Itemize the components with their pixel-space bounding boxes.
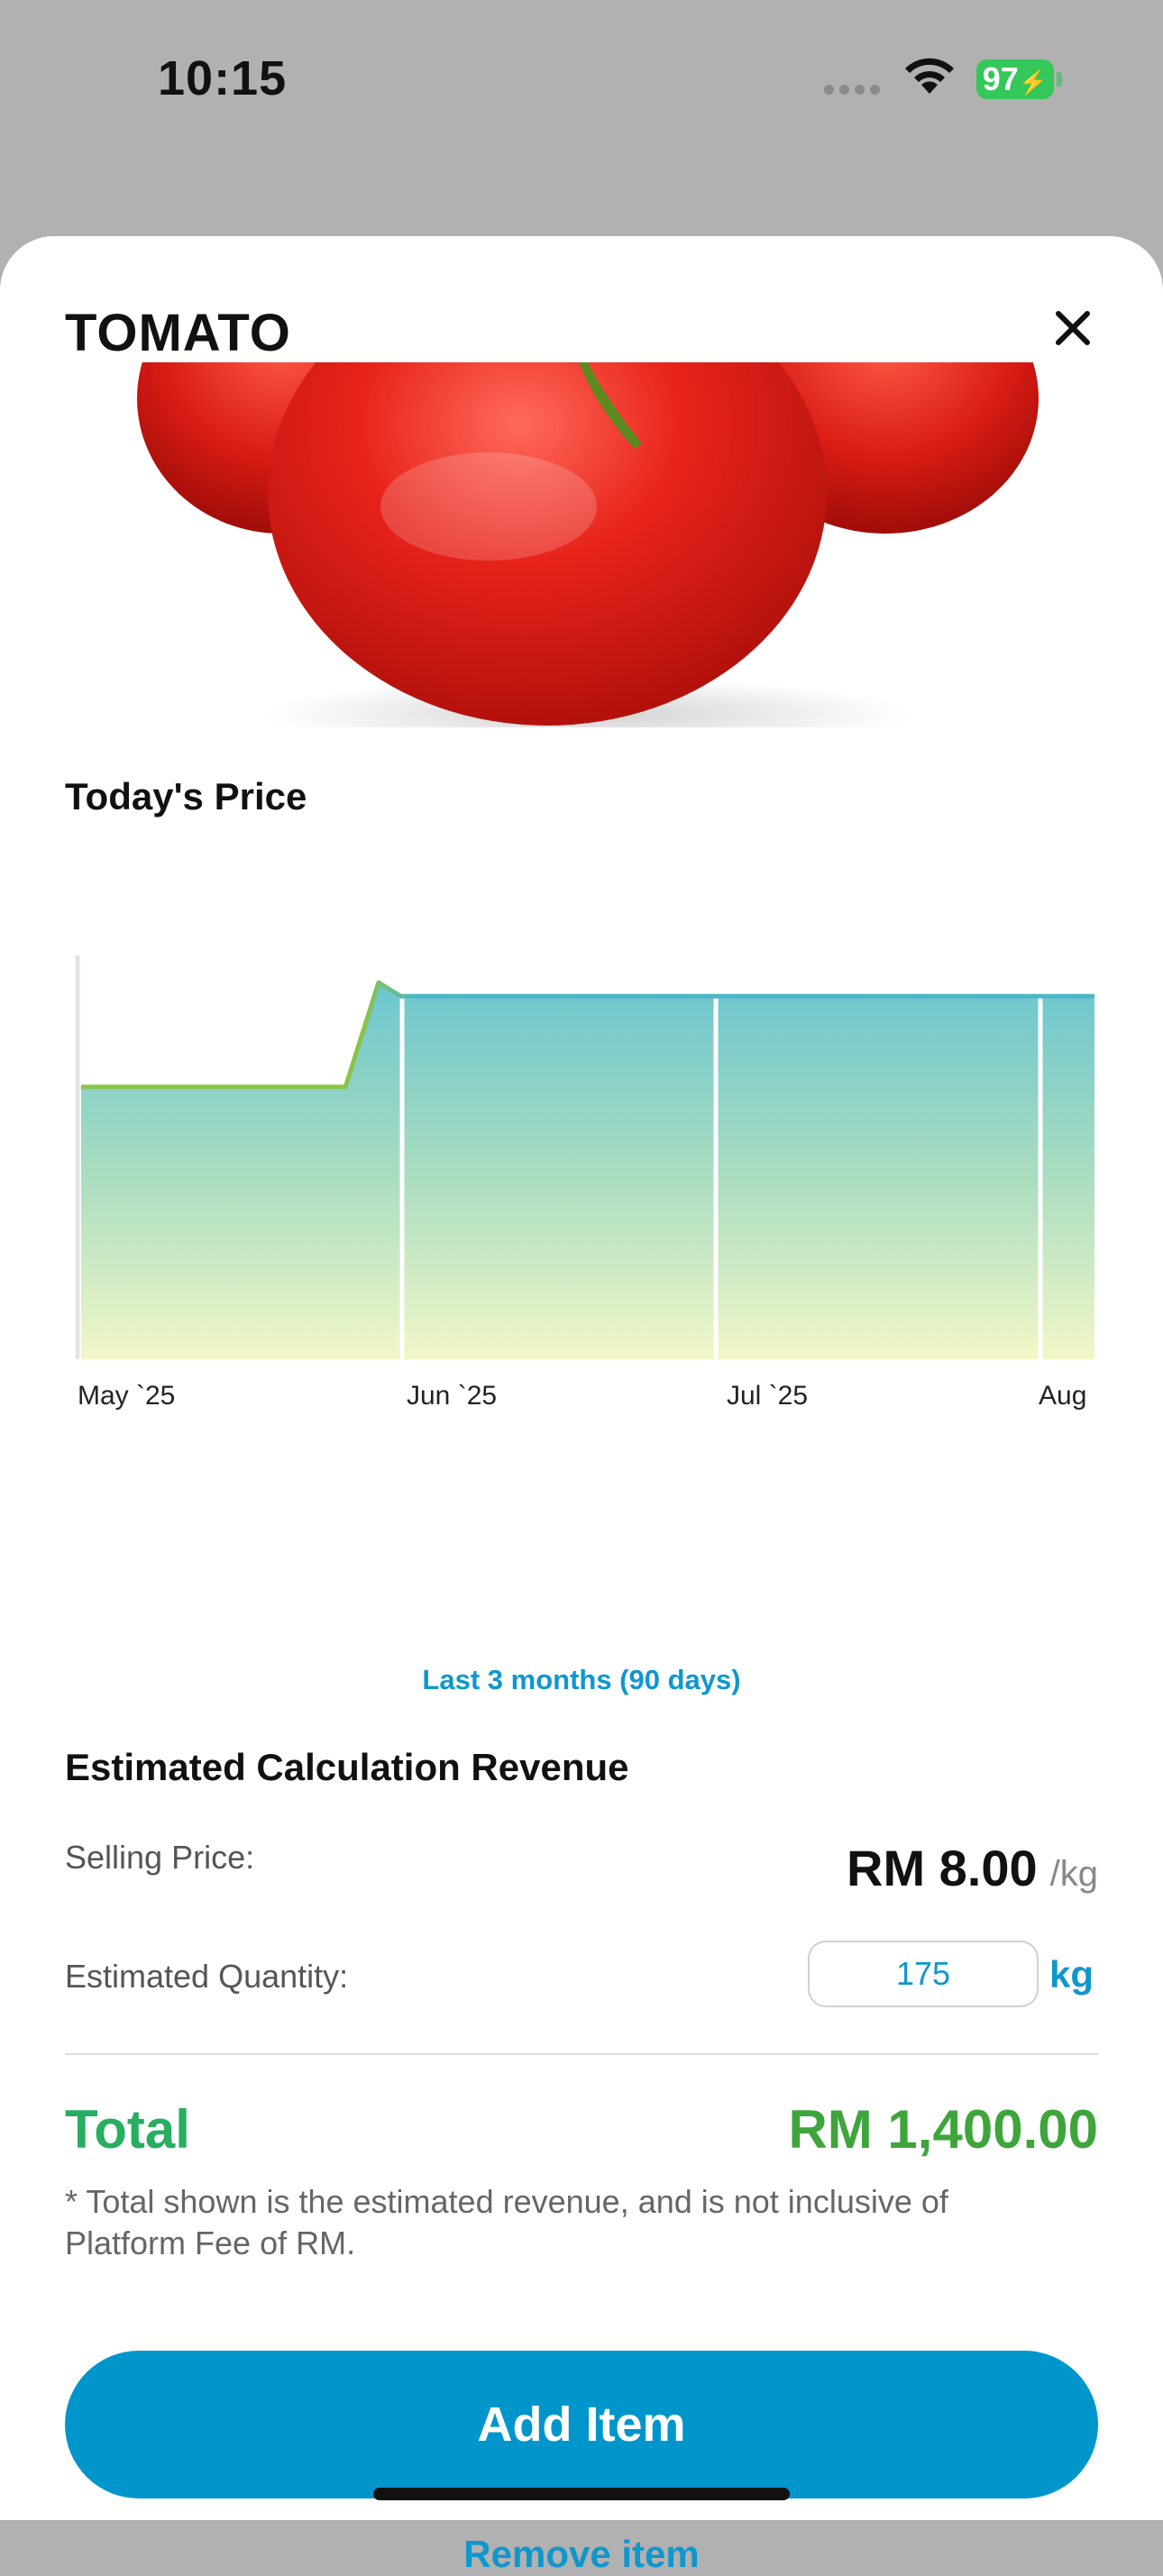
battery-cap <box>1057 72 1062 87</box>
remove-item-link[interactable]: Remove item <box>0 2533 1163 2576</box>
signal-dots-icon <box>824 83 885 99</box>
product-image <box>65 362 1098 727</box>
quantity-unit: kg <box>1049 1953 1094 1996</box>
product-title: TOMATO <box>65 304 291 362</box>
x-tick-label: Jun `25 <box>407 1381 498 1411</box>
price-area <box>81 982 1094 1359</box>
battery-level: 97 <box>982 60 1019 97</box>
close-icon[interactable] <box>1046 301 1100 355</box>
calc-section-title: Estimated Calculation Revenue <box>65 1746 629 1788</box>
divider <box>65 2053 1098 2055</box>
x-tick-label: May `25 <box>78 1381 176 1411</box>
charging-bolt-icon: ⚡ <box>1018 69 1049 96</box>
status-bar: 10:15 97⚡ <box>0 0 1163 153</box>
home-indicator <box>373 2488 790 2500</box>
add-item-button[interactable]: Add Item <box>65 2351 1098 2498</box>
selling-price-unit: /kg <box>1049 1854 1098 1894</box>
battery-indicator: 97⚡ <box>976 59 1054 99</box>
status-time: 10:15 <box>158 51 288 105</box>
quantity-label: Estimated Quantity: <box>65 1958 349 1995</box>
price-history-chart <box>75 955 1094 1359</box>
selling-price-value: RM 8.00 /kg <box>847 1839 1098 1897</box>
wifi-icon <box>905 58 954 94</box>
total-value: RM 1,400.00 <box>788 2099 1098 2160</box>
chart-range-label[interactable]: Last 3 months (90 days) <box>0 1664 1163 1696</box>
x-tick-label: Aug <box>1039 1381 1087 1411</box>
todays-price-label: Today's Price <box>65 775 307 818</box>
selling-price-amount: RM 8.00 <box>847 1840 1038 1896</box>
total-label: Total <box>65 2099 190 2160</box>
selling-price-label: Selling Price: <box>65 1839 255 1876</box>
x-tick-label: Jul `25 <box>727 1381 809 1411</box>
product-sheet: TOMATO Today's Price Last 3 months (90 d… <box>0 236 1163 2575</box>
disclaimer-note: * Total shown is the estimated revenue, … <box>65 2183 948 2261</box>
quantity-input[interactable] <box>808 1941 1039 2007</box>
